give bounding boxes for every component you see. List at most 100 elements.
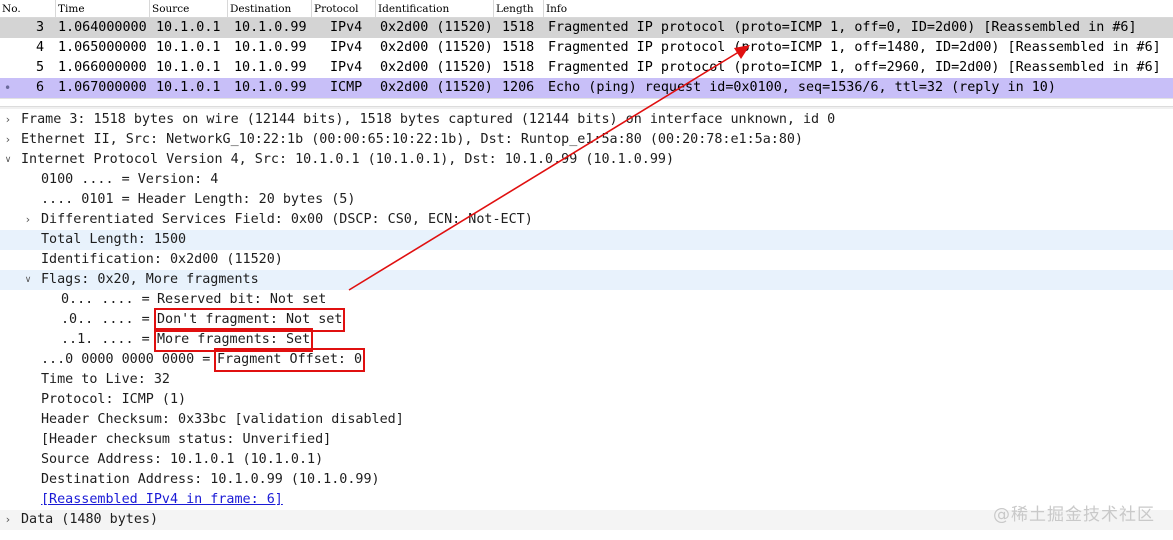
tree-item-label: Header Checksum: 0x33bc [validation disa…: [41, 412, 404, 427]
chevron-right-icon[interactable]: ›: [22, 210, 34, 230]
packet-info: Fragmented IP protocol (proto=ICMP 1, of…: [548, 60, 1161, 75]
watermark: @稀土掘金技术社区: [993, 505, 1155, 525]
packet-source: 10.1.0.1: [156, 20, 221, 35]
tree-item-checksum[interactable]: Header Checksum: 0x33bc [validation disa…: [0, 410, 1173, 430]
packet-detail-tree: › Frame 3: 1518 bytes on wire (12144 bit…: [0, 110, 1173, 540]
column-header-protocol[interactable]: Protocol: [312, 0, 376, 18]
tree-item-ipv4[interactable]: ∨ Internet Protocol Version 4, Src: 10.1…: [0, 150, 1173, 170]
packet-row[interactable]: 4 1.065000000 10.1.0.1 10.1.0.99 IPv4 0x…: [0, 38, 1173, 58]
tree-item-total-length[interactable]: Total Length: 1500: [0, 230, 1173, 250]
packet-no: 5: [35, 60, 44, 75]
tree-item-label: Internet Protocol Version 4, Src: 10.1.0…: [21, 152, 675, 167]
packet-no: 3: [35, 20, 44, 35]
packet-protocol: IPv4: [330, 60, 363, 75]
tree-item-label: Differentiated Services Field: 0x00 (DSC…: [41, 212, 533, 227]
packet-protocol: ICMP: [330, 80, 363, 95]
chevron-right-icon[interactable]: ›: [2, 510, 14, 530]
packet-time: 1.065000000: [58, 40, 147, 55]
column-header-destination[interactable]: Destination: [228, 0, 312, 18]
tree-item-label: Flags: 0x20, More fragments: [41, 272, 259, 287]
chevron-down-icon[interactable]: ∨: [22, 270, 34, 290]
packet-source: 10.1.0.1: [156, 60, 221, 75]
packet-destination: 10.1.0.99: [234, 60, 307, 75]
packet-info: Echo (ping) request id=0x0100, seq=1536/…: [548, 80, 1056, 95]
packet-list-scroll-edge: [0, 98, 1173, 106]
column-header-source[interactable]: Source: [150, 0, 228, 18]
tree-item-identification[interactable]: Identification: 0x2d00 (11520): [0, 250, 1173, 270]
tree-item-label: Ethernet II, Src: NetworkG_10:22:1b (00:…: [21, 132, 803, 147]
tree-item-ethernet[interactable]: › Ethernet II, Src: NetworkG_10:22:1b (0…: [0, 130, 1173, 150]
packet-time: 1.067000000: [58, 80, 147, 95]
packet-info: Fragmented IP protocol (proto=ICMP 1, of…: [548, 20, 1137, 35]
tree-item-source-address[interactable]: Source Address: 10.1.0.1 (10.1.0.1): [0, 450, 1173, 470]
column-header-info[interactable]: Info: [544, 0, 1173, 18]
bit-pattern: ...0 0000 0000 0000 =: [41, 352, 219, 367]
packet-length: 1518: [502, 60, 535, 75]
tree-item-ttl[interactable]: Time to Live: 32: [0, 370, 1173, 390]
tree-item-fragment-offset[interactable]: ...0 0000 0000 0000 = Fragment Offset: 0: [0, 348, 1173, 372]
packet-destination: 10.1.0.99: [234, 20, 307, 35]
tree-item-dsfield[interactable]: › Differentiated Services Field: 0x00 (D…: [0, 210, 1173, 230]
tree-item-more-fragments[interactable]: ..1. .... = More fragments: Set: [0, 328, 1173, 352]
column-header-length[interactable]: Length: [494, 0, 544, 18]
chevron-right-icon[interactable]: ›: [2, 130, 14, 150]
packet-protocol: IPv4: [330, 20, 363, 35]
pane-splitter[interactable]: [0, 106, 1173, 109]
tree-item-label: Time to Live: 32: [41, 372, 170, 387]
flag-label: Reserved bit: Not set: [157, 292, 327, 307]
packet-destination: 10.1.0.99: [234, 40, 307, 55]
tree-item-label: Total Length: 1500: [41, 232, 187, 247]
tree-item-label: Source Address: 10.1.0.1 (10.1.0.1): [41, 452, 324, 467]
tree-item-destination-address[interactable]: Destination Address: 10.1.0.99 (10.1.0.9…: [0, 470, 1173, 490]
tree-item-version[interactable]: 0100 .... = Version: 4: [0, 170, 1173, 190]
bit-pattern: ..1. .... =: [61, 332, 158, 347]
bit-pattern: .0.. .... =: [61, 312, 158, 327]
packet-row[interactable]: 3 1.064000000 10.1.0.1 10.1.0.99 IPv4 0x…: [0, 18, 1173, 38]
packet-identification: 0x2d00 (11520): [380, 60, 493, 75]
chevron-right-icon[interactable]: ›: [2, 110, 14, 130]
tree-item-label: .... 0101 = Header Length: 20 bytes (5): [41, 192, 356, 207]
tree-item-protocol[interactable]: Protocol: ICMP (1): [0, 390, 1173, 410]
column-header-identification[interactable]: Identification: [376, 0, 494, 18]
column-header-no[interactable]: No.: [0, 0, 56, 18]
tree-item-frame[interactable]: › Frame 3: 1518 bytes on wire (12144 bit…: [0, 110, 1173, 130]
packet-length: 1518: [502, 20, 535, 35]
packet-destination: 10.1.0.99: [234, 80, 307, 95]
tree-item-reserved-bit[interactable]: 0... .... = Reserved bit: Not set: [0, 290, 1173, 310]
tree-item-checksum-status[interactable]: [Header checksum status: Unverified]: [0, 430, 1173, 450]
packet-list-header: No. Time Source Destination Protocol Ide…: [0, 0, 1173, 18]
tree-item-dont-fragment[interactable]: .0.. .... = Don't fragment: Not set: [0, 308, 1173, 332]
reassembled-frame-link[interactable]: [Reassembled IPv4 in frame: 6]: [41, 490, 283, 510]
fragment-offset-label-highlighted: Fragment Offset: 0: [213, 348, 366, 372]
packet-length: 1206: [502, 80, 535, 95]
packet-info: Fragmented IP protocol (proto=ICMP 1, of…: [548, 40, 1161, 55]
chevron-down-icon[interactable]: ∨: [2, 150, 14, 170]
dont-fragment-label-highlighted: Don't fragment: Not set: [153, 308, 346, 332]
packet-source: 10.1.0.1: [156, 40, 221, 55]
tree-item-label: Identification: 0x2d00 (11520): [41, 252, 283, 267]
packet-row[interactable]: 5 1.066000000 10.1.0.1 10.1.0.99 IPv4 0x…: [0, 58, 1173, 78]
packet-row-selected[interactable]: • 6 1.067000000 10.1.0.1 10.1.0.99 ICMP …: [0, 78, 1173, 98]
tree-item-label: 0100 .... = Version: 4: [41, 172, 219, 187]
packet-time: 1.064000000: [58, 20, 147, 35]
packet-source: 10.1.0.1: [156, 80, 221, 95]
bit-pattern: 0... .... =: [61, 292, 158, 307]
packet-identification: 0x2d00 (11520): [380, 20, 493, 35]
packet-identification: 0x2d00 (11520): [380, 80, 493, 95]
packet-time: 1.066000000: [58, 60, 147, 75]
tree-item-label: Destination Address: 10.1.0.99 (10.1.0.9…: [41, 472, 380, 487]
packet-no: 4: [35, 40, 44, 55]
packet-length: 1518: [502, 40, 535, 55]
tree-item-label: Protocol: ICMP (1): [41, 392, 187, 407]
tree-item-flags[interactable]: ∨ Flags: 0x20, More fragments: [0, 270, 1173, 290]
tree-item-header-length[interactable]: .... 0101 = Header Length: 20 bytes (5): [0, 190, 1173, 210]
packet-no: 6: [35, 80, 44, 95]
packet-protocol: IPv4: [330, 40, 363, 55]
tree-item-label: Data (1480 bytes): [21, 512, 159, 527]
column-header-time[interactable]: Time: [56, 0, 150, 18]
packet-list: No. Time Source Destination Protocol Ide…: [0, 0, 1173, 106]
more-fragments-label-highlighted: More fragments: Set: [153, 328, 314, 352]
tree-item-label: Frame 3: 1518 bytes on wire (12144 bits)…: [21, 112, 836, 127]
packet-identification: 0x2d00 (11520): [380, 40, 493, 55]
tree-item-label: [Header checksum status: Unverified]: [41, 432, 332, 447]
